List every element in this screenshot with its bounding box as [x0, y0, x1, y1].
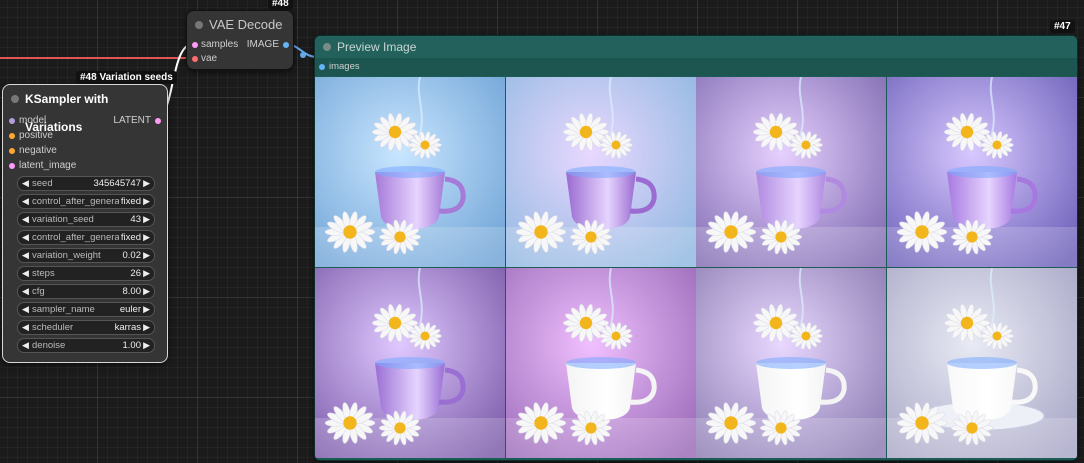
images-input-pin[interactable] — [319, 64, 325, 70]
increment-arrow-icon[interactable]: ▶ — [143, 339, 150, 352]
steps-widget[interactable]: ◀ steps 26 ▶ — [17, 266, 155, 281]
images-input-label: images — [329, 61, 360, 72]
variation-seed-widget[interactable]: ◀ variation_seed 43 ▶ — [17, 212, 155, 227]
vae-node-title: VAE Decode — [209, 17, 283, 32]
increment-arrow-icon[interactable]: ▶ — [143, 249, 150, 262]
increment-arrow-icon[interactable]: ▶ — [143, 213, 150, 226]
widget-label: seed — [32, 178, 53, 189]
increment-arrow-icon[interactable]: ▶ — [143, 321, 150, 334]
variation-weight-widget[interactable]: ◀ variation_weight 0.02 ▶ — [17, 248, 155, 263]
preview-image-thumbnail[interactable] — [886, 268, 1077, 458]
model-input-label: model — [19, 115, 47, 126]
ksampler-variations-node[interactable]: KSampler with Variations model positive … — [2, 84, 168, 363]
vae-input-label: vae — [201, 53, 218, 64]
widget-label: control_after_generate — [32, 196, 128, 207]
widget-value: 8.00 — [120, 285, 141, 298]
widget-value: euler — [117, 303, 141, 316]
widget-label: cfg — [32, 286, 45, 297]
latent-image-input-pin[interactable] — [9, 163, 15, 169]
positive-input-label: positive — [19, 130, 53, 141]
widget-value: 345645747 — [91, 177, 141, 190]
negative-input-pin[interactable] — [9, 148, 15, 154]
widget-label: variation_weight — [32, 250, 101, 261]
increment-arrow-icon[interactable]: ▶ — [143, 177, 150, 190]
decrement-arrow-icon[interactable]: ◀ — [22, 177, 29, 190]
model-input-pin[interactable] — [9, 118, 15, 124]
samples-input-label: samples — [201, 39, 239, 50]
increment-arrow-icon[interactable]: ▶ — [143, 231, 150, 244]
decrement-arrow-icon[interactable]: ◀ — [22, 321, 29, 334]
positive-input-pin[interactable] — [9, 133, 15, 139]
ksampler-title: KSampler with Variations — [25, 92, 109, 134]
preview-image-grid — [315, 77, 1077, 460]
increment-arrow-icon[interactable]: ▶ — [143, 303, 150, 316]
preview-image-thumbnail[interactable] — [505, 77, 696, 267]
collapse-dot-icon[interactable] — [195, 21, 203, 29]
preview-image-thumbnail[interactable] — [886, 77, 1077, 267]
preview-image-thumbnail[interactable] — [315, 77, 505, 267]
increment-arrow-icon[interactable]: ▶ — [143, 285, 150, 298]
widget-value: karras — [112, 321, 141, 334]
control-after-generate-widget-2[interactable]: ◀ control_after_generate fixed ▶ — [17, 230, 155, 245]
denoise-widget[interactable]: ◀ denoise 1.00 ▶ — [17, 338, 155, 353]
preview-image-thumbnail[interactable] — [315, 268, 505, 458]
preview-image-node[interactable]: Preview Image images — [314, 35, 1078, 461]
widget-value: 0.02 — [120, 249, 141, 262]
image-output-label: IMAGE — [246, 39, 279, 50]
widget-label: control_after_generate — [32, 232, 128, 243]
widget-value: 43 — [128, 213, 141, 226]
latent-image-input-label: latent_image — [19, 160, 77, 171]
preview-node-id: #47 — [1050, 20, 1075, 33]
widget-value: fixed — [118, 231, 141, 244]
scheduler-widget[interactable]: ◀ scheduler karras ▶ — [17, 320, 155, 335]
negative-input-label: negative — [19, 145, 57, 156]
decrement-arrow-icon[interactable]: ◀ — [22, 267, 29, 280]
decrement-arrow-icon[interactable]: ◀ — [22, 285, 29, 298]
vae-decode-node[interactable]: VAE Decode samples vae IMAGE — [186, 10, 294, 70]
collapse-dot-icon[interactable] — [323, 43, 331, 51]
preview-image-thumbnail[interactable] — [696, 268, 886, 458]
decrement-arrow-icon[interactable]: ◀ — [22, 303, 29, 316]
latent-output-pin[interactable] — [155, 118, 161, 124]
image-output-pin[interactable] — [283, 42, 289, 48]
widget-label: scheduler — [32, 322, 74, 333]
seed-widget[interactable]: ◀ seed 345645747 ▶ — [17, 176, 155, 191]
decrement-arrow-icon[interactable]: ◀ — [22, 195, 29, 208]
preview-title-bar[interactable]: Preview Image — [315, 36, 1077, 58]
images-input-row: images — [315, 58, 1077, 76]
widget-value: 1.00 — [120, 339, 141, 352]
preview-title: Preview Image — [337, 40, 417, 54]
increment-arrow-icon[interactable]: ▶ — [143, 267, 150, 280]
widget-label: variation_seed — [32, 214, 94, 225]
widget-value: fixed — [118, 195, 141, 208]
latent-output-label: LATENT — [113, 115, 151, 126]
widget-label: steps — [32, 268, 55, 279]
decrement-arrow-icon[interactable]: ◀ — [22, 213, 29, 226]
vae-node-title-bar[interactable]: VAE Decode — [187, 11, 293, 39]
preview-image-thumbnail[interactable] — [696, 77, 886, 267]
widget-label: sampler_name — [32, 304, 95, 315]
ksampler-title-bar[interactable]: KSampler with Variations — [3, 85, 167, 134]
sampler-name-widget[interactable]: ◀ sampler_name euler ▶ — [17, 302, 155, 317]
vae-input-pin[interactable] — [192, 56, 198, 62]
samples-input-pin[interactable] — [192, 42, 198, 48]
decrement-arrow-icon[interactable]: ◀ — [22, 339, 29, 352]
increment-arrow-icon[interactable]: ▶ — [143, 195, 150, 208]
ksampler-node-id: #48 Variation seeds — [76, 71, 177, 84]
cfg-widget[interactable]: ◀ cfg 8.00 ▶ — [17, 284, 155, 299]
widget-label: denoise — [32, 340, 66, 351]
widget-value: 26 — [128, 267, 141, 280]
collapse-dot-icon[interactable] — [11, 95, 19, 103]
decrement-arrow-icon[interactable]: ◀ — [22, 231, 29, 244]
control-after-generate-widget[interactable]: ◀ control_after_generate fixed ▶ — [17, 194, 155, 209]
preview-image-thumbnail[interactable] — [505, 268, 696, 458]
decrement-arrow-icon[interactable]: ◀ — [22, 249, 29, 262]
vae-node-id: #48 — [268, 0, 293, 10]
